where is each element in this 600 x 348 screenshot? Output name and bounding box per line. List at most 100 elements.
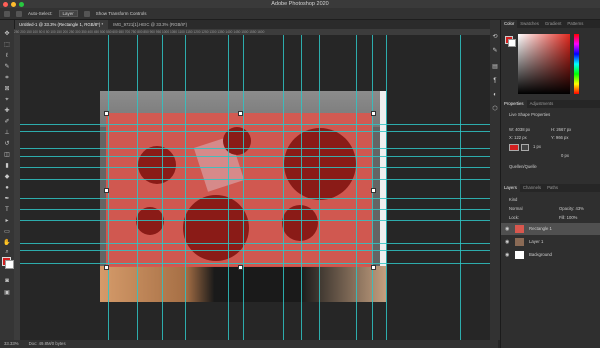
- guide-vertical[interactable]: [137, 35, 138, 340]
- hue-slider[interactable]: [574, 34, 579, 94]
- eye-icon[interactable]: ◉: [505, 249, 509, 261]
- guide-vertical[interactable]: [386, 35, 387, 340]
- transform-handle[interactable]: [104, 265, 109, 270]
- screen-mode-icon[interactable]: ▣: [3, 290, 11, 296]
- brush-tool-icon[interactable]: ✐: [3, 119, 11, 125]
- pen-tool-icon[interactable]: ✒: [3, 196, 11, 202]
- guide-horizontal[interactable]: [20, 263, 490, 264]
- layer-row-rectangle-1[interactable]: ◉ Rectangle 1: [501, 223, 600, 235]
- guide-vertical[interactable]: [228, 35, 229, 340]
- history-panel-icon[interactable]: ⟲: [492, 34, 499, 41]
- color-picker-field[interactable]: [518, 34, 570, 94]
- tab-properties[interactable]: Properties: [501, 100, 527, 108]
- blend-mode-dropdown[interactable]: Normal: [509, 206, 523, 211]
- tab-adjustments[interactable]: Adjustments: [527, 100, 557, 108]
- y-field[interactable]: Y: 966 px: [551, 135, 568, 140]
- guide-horizontal[interactable]: [20, 124, 490, 125]
- eye-icon[interactable]: ◉: [505, 223, 509, 235]
- stroke-swatch[interactable]: [521, 144, 529, 151]
- move-tool-icon[interactable]: ✥: [3, 31, 11, 37]
- background-color-swatch[interactable]: [5, 260, 14, 269]
- libraries-panel-icon[interactable]: ▤: [492, 64, 499, 71]
- marquee-tool-icon[interactable]: ⬚: [3, 42, 11, 48]
- guide-vertical[interactable]: [185, 35, 186, 340]
- opacity-field[interactable]: Opacity: 43%: [559, 206, 584, 211]
- fill-field[interactable]: Fill: 100%: [559, 215, 577, 220]
- transform-handle[interactable]: [371, 111, 376, 116]
- gradient-tool-icon[interactable]: ▮: [3, 163, 11, 169]
- width-field[interactable]: W: 4038 px: [509, 127, 530, 132]
- kind-filter[interactable]: Kind: [509, 197, 517, 202]
- fill-swatch[interactable]: [509, 144, 519, 151]
- guide-horizontal[interactable]: [20, 156, 490, 157]
- tab-layers[interactable]: Layers: [501, 184, 520, 192]
- guide-horizontal[interactable]: [20, 167, 490, 168]
- tab-img-9721[interactable]: IMG_9721[1].HEIC @ 33.3% (RGB/8*): [108, 20, 192, 29]
- transform-handle[interactable]: [371, 265, 376, 270]
- guide-horizontal[interactable]: [20, 148, 490, 149]
- dodge-tool-icon[interactable]: ●: [3, 185, 11, 191]
- auto-select-checkbox[interactable]: [16, 10, 22, 17]
- healing-tool-icon[interactable]: ✚: [3, 108, 11, 114]
- stroke-size-field[interactable]: 1 px: [533, 144, 541, 149]
- document-canvas[interactable]: [20, 35, 490, 340]
- guide-vertical[interactable]: [283, 35, 284, 340]
- transform-handle[interactable]: [104, 111, 109, 116]
- crop-tool-icon[interactable]: ⌗: [3, 75, 11, 81]
- tab-gradient[interactable]: Gradient: [542, 20, 564, 28]
- guide-vertical[interactable]: [301, 35, 302, 340]
- stamp-tool-icon[interactable]: ⊥: [3, 130, 11, 136]
- quick-select-tool-icon[interactable]: ✎: [3, 64, 11, 70]
- guide-horizontal[interactable]: [20, 179, 490, 180]
- brush-panel-icon[interactable]: ✎: [492, 48, 499, 55]
- tab-paths[interactable]: Paths: [544, 184, 561, 192]
- guide-vertical[interactable]: [356, 35, 357, 340]
- zoom-tool-icon[interactable]: ⌕: [3, 249, 11, 255]
- eraser-tool-icon[interactable]: ◫: [3, 152, 11, 158]
- transform-handle[interactable]: [371, 188, 376, 193]
- layer-row-layer-1[interactable]: ◉ Layer 1: [501, 236, 600, 248]
- adjust-panel-icon[interactable]: ◐: [492, 92, 499, 99]
- guide-horizontal[interactable]: [20, 243, 490, 244]
- eyedropper-tool-icon[interactable]: ⌖: [3, 97, 11, 103]
- height-field[interactable]: H: 2667 px: [551, 127, 571, 132]
- guide-vertical[interactable]: [243, 35, 244, 340]
- zoom-level[interactable]: 33.33%: [4, 340, 19, 348]
- path-select-tool-icon[interactable]: ▸: [3, 218, 11, 224]
- transform-handle[interactable]: [238, 265, 243, 270]
- shapes-panel-icon[interactable]: ⬡: [492, 106, 499, 113]
- rectangle-tool-icon[interactable]: ▭: [3, 229, 11, 235]
- move-tool-icon[interactable]: [4, 10, 10, 17]
- lasso-tool-icon[interactable]: ℓ: [3, 53, 11, 59]
- show-transform-checkbox[interactable]: [83, 10, 90, 17]
- guide-vertical[interactable]: [162, 35, 163, 340]
- auto-select-label: Auto-Select:: [28, 11, 53, 16]
- guide-vertical[interactable]: [319, 35, 320, 340]
- corner-radius-field[interactable]: 0 px: [561, 153, 569, 158]
- guide-horizontal[interactable]: [20, 250, 490, 251]
- eye-icon[interactable]: ◉: [505, 236, 509, 248]
- tab-untitled-1[interactable]: Untitled-1 @ 33.3% (Rectangle 1, RGB/8*)…: [14, 20, 109, 29]
- panel-background-color[interactable]: [508, 39, 516, 47]
- x-field[interactable]: X: 122 px: [509, 135, 527, 140]
- paragraph-panel-icon[interactable]: ¶: [492, 78, 499, 85]
- tab-patterns[interactable]: Patterns: [564, 20, 586, 28]
- guide-vertical[interactable]: [460, 35, 461, 340]
- transform-handle[interactable]: [238, 111, 243, 116]
- guide-horizontal[interactable]: [20, 220, 490, 221]
- tab-color[interactable]: Color: [501, 20, 518, 28]
- layer-row-background[interactable]: ◉ Background: [501, 249, 600, 261]
- quick-mask-icon[interactable]: ◙: [3, 278, 11, 284]
- frame-tool-icon[interactable]: ⊠: [3, 86, 11, 92]
- hand-tool-icon[interactable]: ✋: [3, 240, 11, 246]
- blur-tool-icon[interactable]: ◆: [3, 174, 11, 180]
- history-brush-tool-icon[interactable]: ↺: [3, 141, 11, 147]
- auto-select-dropdown[interactable]: Layer: [58, 10, 78, 17]
- guide-horizontal[interactable]: [20, 131, 490, 132]
- tab-channels[interactable]: Channels: [520, 184, 544, 192]
- tab-swatches[interactable]: Swatches: [517, 20, 542, 28]
- transform-handle[interactable]: [104, 188, 109, 193]
- guide-horizontal[interactable]: [20, 198, 490, 199]
- type-tool-icon[interactable]: T: [3, 207, 11, 213]
- guide-horizontal[interactable]: [20, 209, 490, 210]
